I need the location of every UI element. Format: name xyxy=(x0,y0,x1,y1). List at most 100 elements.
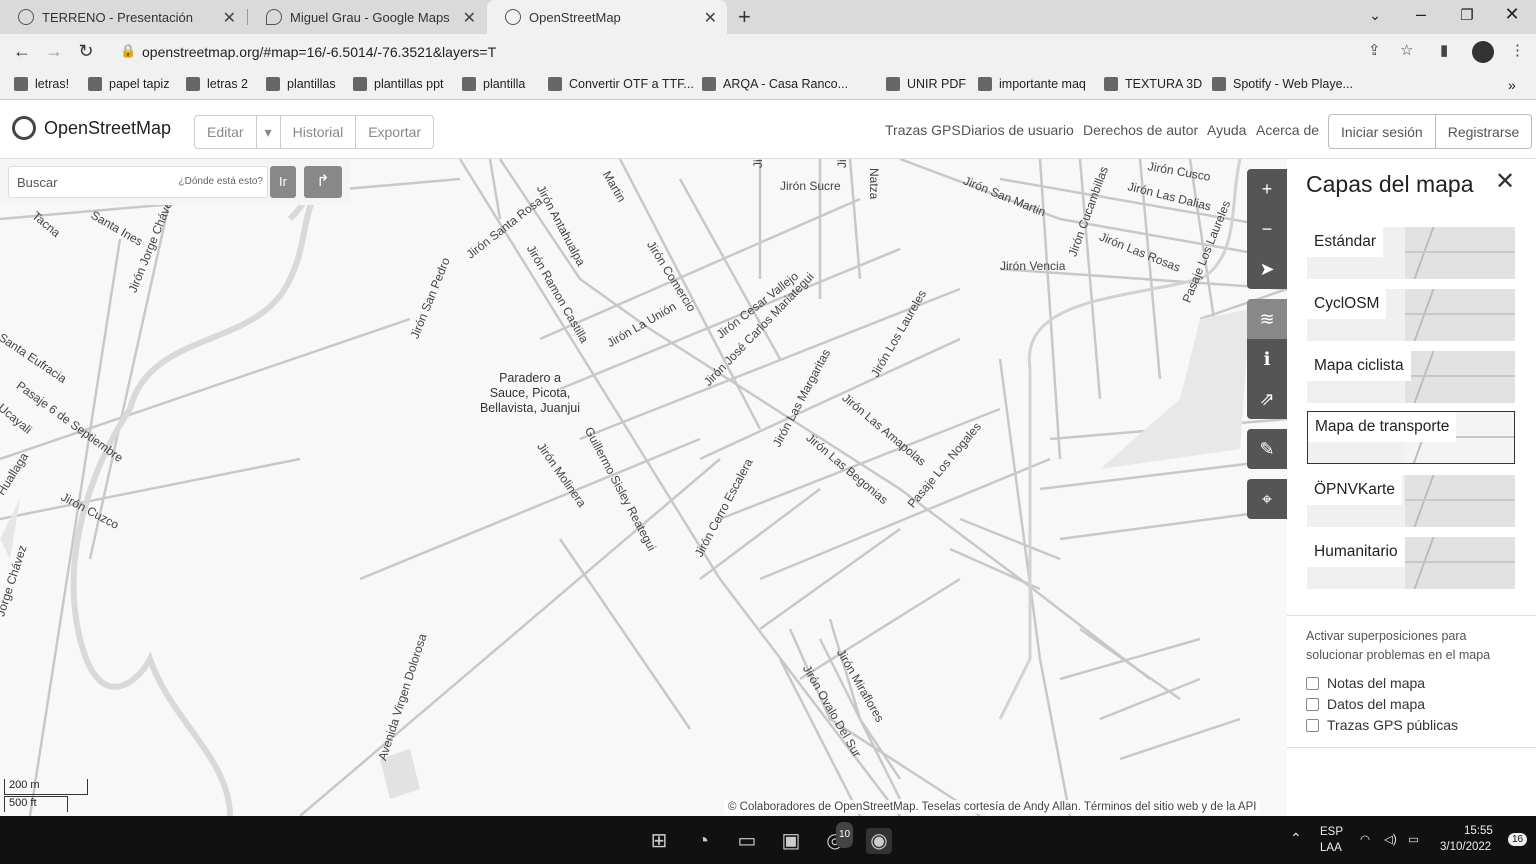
language-indicator[interactable]: ESP xyxy=(1320,826,1343,838)
overlay-map-notes[interactable]: Notas del mapa xyxy=(1306,675,1425,691)
close-icon[interactable]: ✕ xyxy=(1495,167,1515,196)
search-input[interactable]: Buscar ¿Dónde está esto? xyxy=(8,166,268,198)
minimize-button[interactable]: – xyxy=(1406,4,1436,25)
directions-icon[interactable]: ↱ xyxy=(304,166,342,198)
bookmark-item[interactable]: plantillas ppt xyxy=(353,77,444,91)
back-button[interactable]: ← xyxy=(10,41,34,62)
map-canvas[interactable]: Jirón Antahualpa Jirón Santa Rosa Jirón … xyxy=(0,159,1287,816)
edit-button[interactable]: Editar xyxy=(195,116,257,148)
overlay-gps-traces[interactable]: Trazas GPS públicas xyxy=(1306,717,1458,733)
share-icon[interactable]: ⇪ xyxy=(1368,41,1381,59)
street-label: Jirón Vencia xyxy=(1000,259,1066,273)
nav-help[interactable]: Ayuda xyxy=(1207,122,1246,138)
lock-icon[interactable]: 🔒 xyxy=(120,43,136,59)
bookmark-item[interactable]: importante maq xyxy=(978,77,1086,91)
layer-cycle-map[interactable]: Mapa ciclista xyxy=(1307,351,1515,403)
bookmark-item[interactable]: Convertir OTF a TTF... xyxy=(548,77,694,91)
info-icon[interactable]: ℹ xyxy=(1247,339,1287,379)
layers-icon[interactable]: ≋ xyxy=(1247,299,1287,339)
store-icon[interactable]: ▣ xyxy=(778,828,804,854)
menu-icon[interactable]: ⋮ xyxy=(1510,41,1525,59)
notifications-badge[interactable]: 16 xyxy=(1508,833,1528,846)
more-bookmarks-icon[interactable]: » xyxy=(1508,77,1516,93)
magnifier-icon xyxy=(12,116,36,140)
edit-dropdown-icon[interactable]: ▾ xyxy=(257,116,281,148)
nav-about[interactable]: Acerca de xyxy=(1256,122,1319,138)
close-tab-icon[interactable]: ✕ xyxy=(463,8,476,28)
show-hidden-icons[interactable]: ⌃ xyxy=(1290,830,1302,847)
clock-time[interactable]: 15:55 xyxy=(1464,825,1493,837)
search-go-button[interactable]: Ir xyxy=(270,166,296,198)
tab-google-maps[interactable]: Miguel Grau - Google Maps ✕ xyxy=(248,0,486,34)
overlay-map-data[interactable]: Datos del mapa xyxy=(1306,696,1425,712)
attribution-terms-link[interactable]: Términos del sitio web y de la API xyxy=(1084,801,1257,813)
locate-icon[interactable]: ➤ xyxy=(1247,249,1287,289)
history-button[interactable]: Historial xyxy=(281,116,357,148)
bookmark-item[interactable]: letras! xyxy=(14,77,69,91)
bookmark-item[interactable]: letras 2 xyxy=(186,77,248,91)
bookmark-item[interactable]: UNIR PDF xyxy=(886,77,966,91)
reload-button[interactable]: ↻ xyxy=(74,41,98,62)
bookmark-item[interactable]: plantilla xyxy=(462,77,525,91)
register-button[interactable]: Registrarse xyxy=(1436,115,1532,148)
bookmark-label: TEXTURA 3D xyxy=(1125,77,1203,91)
layer-thumbnail xyxy=(1405,289,1515,341)
layer-opnvkarte[interactable]: ÖPNVKarte xyxy=(1307,475,1515,527)
close-tab-icon[interactable]: ✕ xyxy=(223,8,236,28)
start-menu-icon[interactable]: ⊞ xyxy=(646,828,672,854)
zoom-out-button[interactable]: − xyxy=(1247,209,1287,249)
nav-user-diaries[interactable]: Diarios de usuario xyxy=(961,122,1074,138)
restore-button[interactable]: ❐ xyxy=(1452,6,1482,24)
clock-date[interactable]: 3/10/2022 xyxy=(1440,841,1491,853)
tab-openstreetmap[interactable]: OpenStreetMap ✕ xyxy=(487,0,727,34)
tab-terreno[interactable]: TERRENO - Presentación ✕ xyxy=(0,0,246,34)
nav-gps-traces[interactable]: Trazas GPS xyxy=(885,122,961,138)
whatsapp-icon[interactable]: ◎ 10 xyxy=(822,822,854,854)
bookmark-icon xyxy=(353,77,367,91)
region-indicator[interactable]: LAA xyxy=(1320,842,1342,854)
forward-button[interactable]: → xyxy=(42,41,66,62)
bookmark-item[interactable]: TEXTURA 3D xyxy=(1104,77,1202,91)
maps-icon xyxy=(266,9,282,25)
new-tab-button[interactable]: + xyxy=(738,4,751,30)
tab-search-icon[interactable]: ⌄ xyxy=(1360,7,1390,24)
bookmark-item[interactable]: papel tapiz xyxy=(88,77,169,91)
checkbox[interactable] xyxy=(1306,718,1319,732)
close-tab-icon[interactable]: ✕ xyxy=(704,8,717,28)
add-note-icon[interactable]: ✎ xyxy=(1247,429,1287,469)
profile-avatar[interactable] xyxy=(1472,41,1494,63)
checkbox[interactable] xyxy=(1306,697,1319,711)
login-button[interactable]: Iniciar sesión xyxy=(1329,115,1436,148)
chrome-icon[interactable]: ◉ xyxy=(866,828,892,854)
where-is-this-link[interactable]: ¿Dónde está esto? xyxy=(179,176,264,187)
divider xyxy=(1287,747,1536,748)
bookmark-label: letras! xyxy=(35,77,70,91)
attribution-contributors-link[interactable]: © Colaboradores de OpenStreetMap xyxy=(728,801,915,813)
query-features-icon[interactable]: ⌖ xyxy=(1247,479,1287,519)
bookmark-item[interactable]: ARQA - Casa Ranco... xyxy=(702,77,848,91)
osm-logo[interactable]: OpenStreetMap xyxy=(12,116,171,140)
bookmark-label: UNIR PDF xyxy=(907,77,967,91)
close-window-button[interactable]: ✕ xyxy=(1497,4,1527,25)
layer-label: Estándar xyxy=(1307,227,1384,257)
export-button[interactable]: Exportar xyxy=(356,116,433,148)
side-panel-icon[interactable]: ▮ xyxy=(1440,41,1448,59)
share-map-icon[interactable]: ⇗ xyxy=(1247,379,1287,419)
attribution-tiles-author-link[interactable]: Andy Allan xyxy=(1023,801,1077,813)
checkbox[interactable] xyxy=(1306,676,1319,690)
layer-transport-map[interactable]: Mapa de transporte xyxy=(1307,411,1515,464)
layer-standard[interactable]: Estándar xyxy=(1307,227,1515,279)
zoom-in-button[interactable]: + xyxy=(1247,169,1287,209)
volume-icon[interactable]: ◁) xyxy=(1384,832,1397,846)
file-explorer-icon[interactable]: ▭ xyxy=(734,828,760,854)
nav-copyright[interactable]: Derechos de autor xyxy=(1083,122,1198,138)
bookmark-item[interactable]: Spotify - Web Playe... xyxy=(1212,77,1353,91)
bookmark-star-icon[interactable]: ☆ xyxy=(1400,41,1413,59)
edge-icon[interactable]: ◔ xyxy=(690,828,716,854)
layer-humanitarian[interactable]: Humanitario xyxy=(1307,537,1515,589)
layer-cyclosm[interactable]: CyclOSM xyxy=(1307,289,1515,341)
battery-icon[interactable]: ▭ xyxy=(1408,832,1419,846)
wifi-icon[interactable]: ◠ xyxy=(1360,832,1370,846)
bookmark-item[interactable]: plantillas xyxy=(266,77,336,91)
address-bar[interactable]: 🔒 openstreetmap.org/#map=16/-6.5014/-76.… xyxy=(110,38,1430,66)
